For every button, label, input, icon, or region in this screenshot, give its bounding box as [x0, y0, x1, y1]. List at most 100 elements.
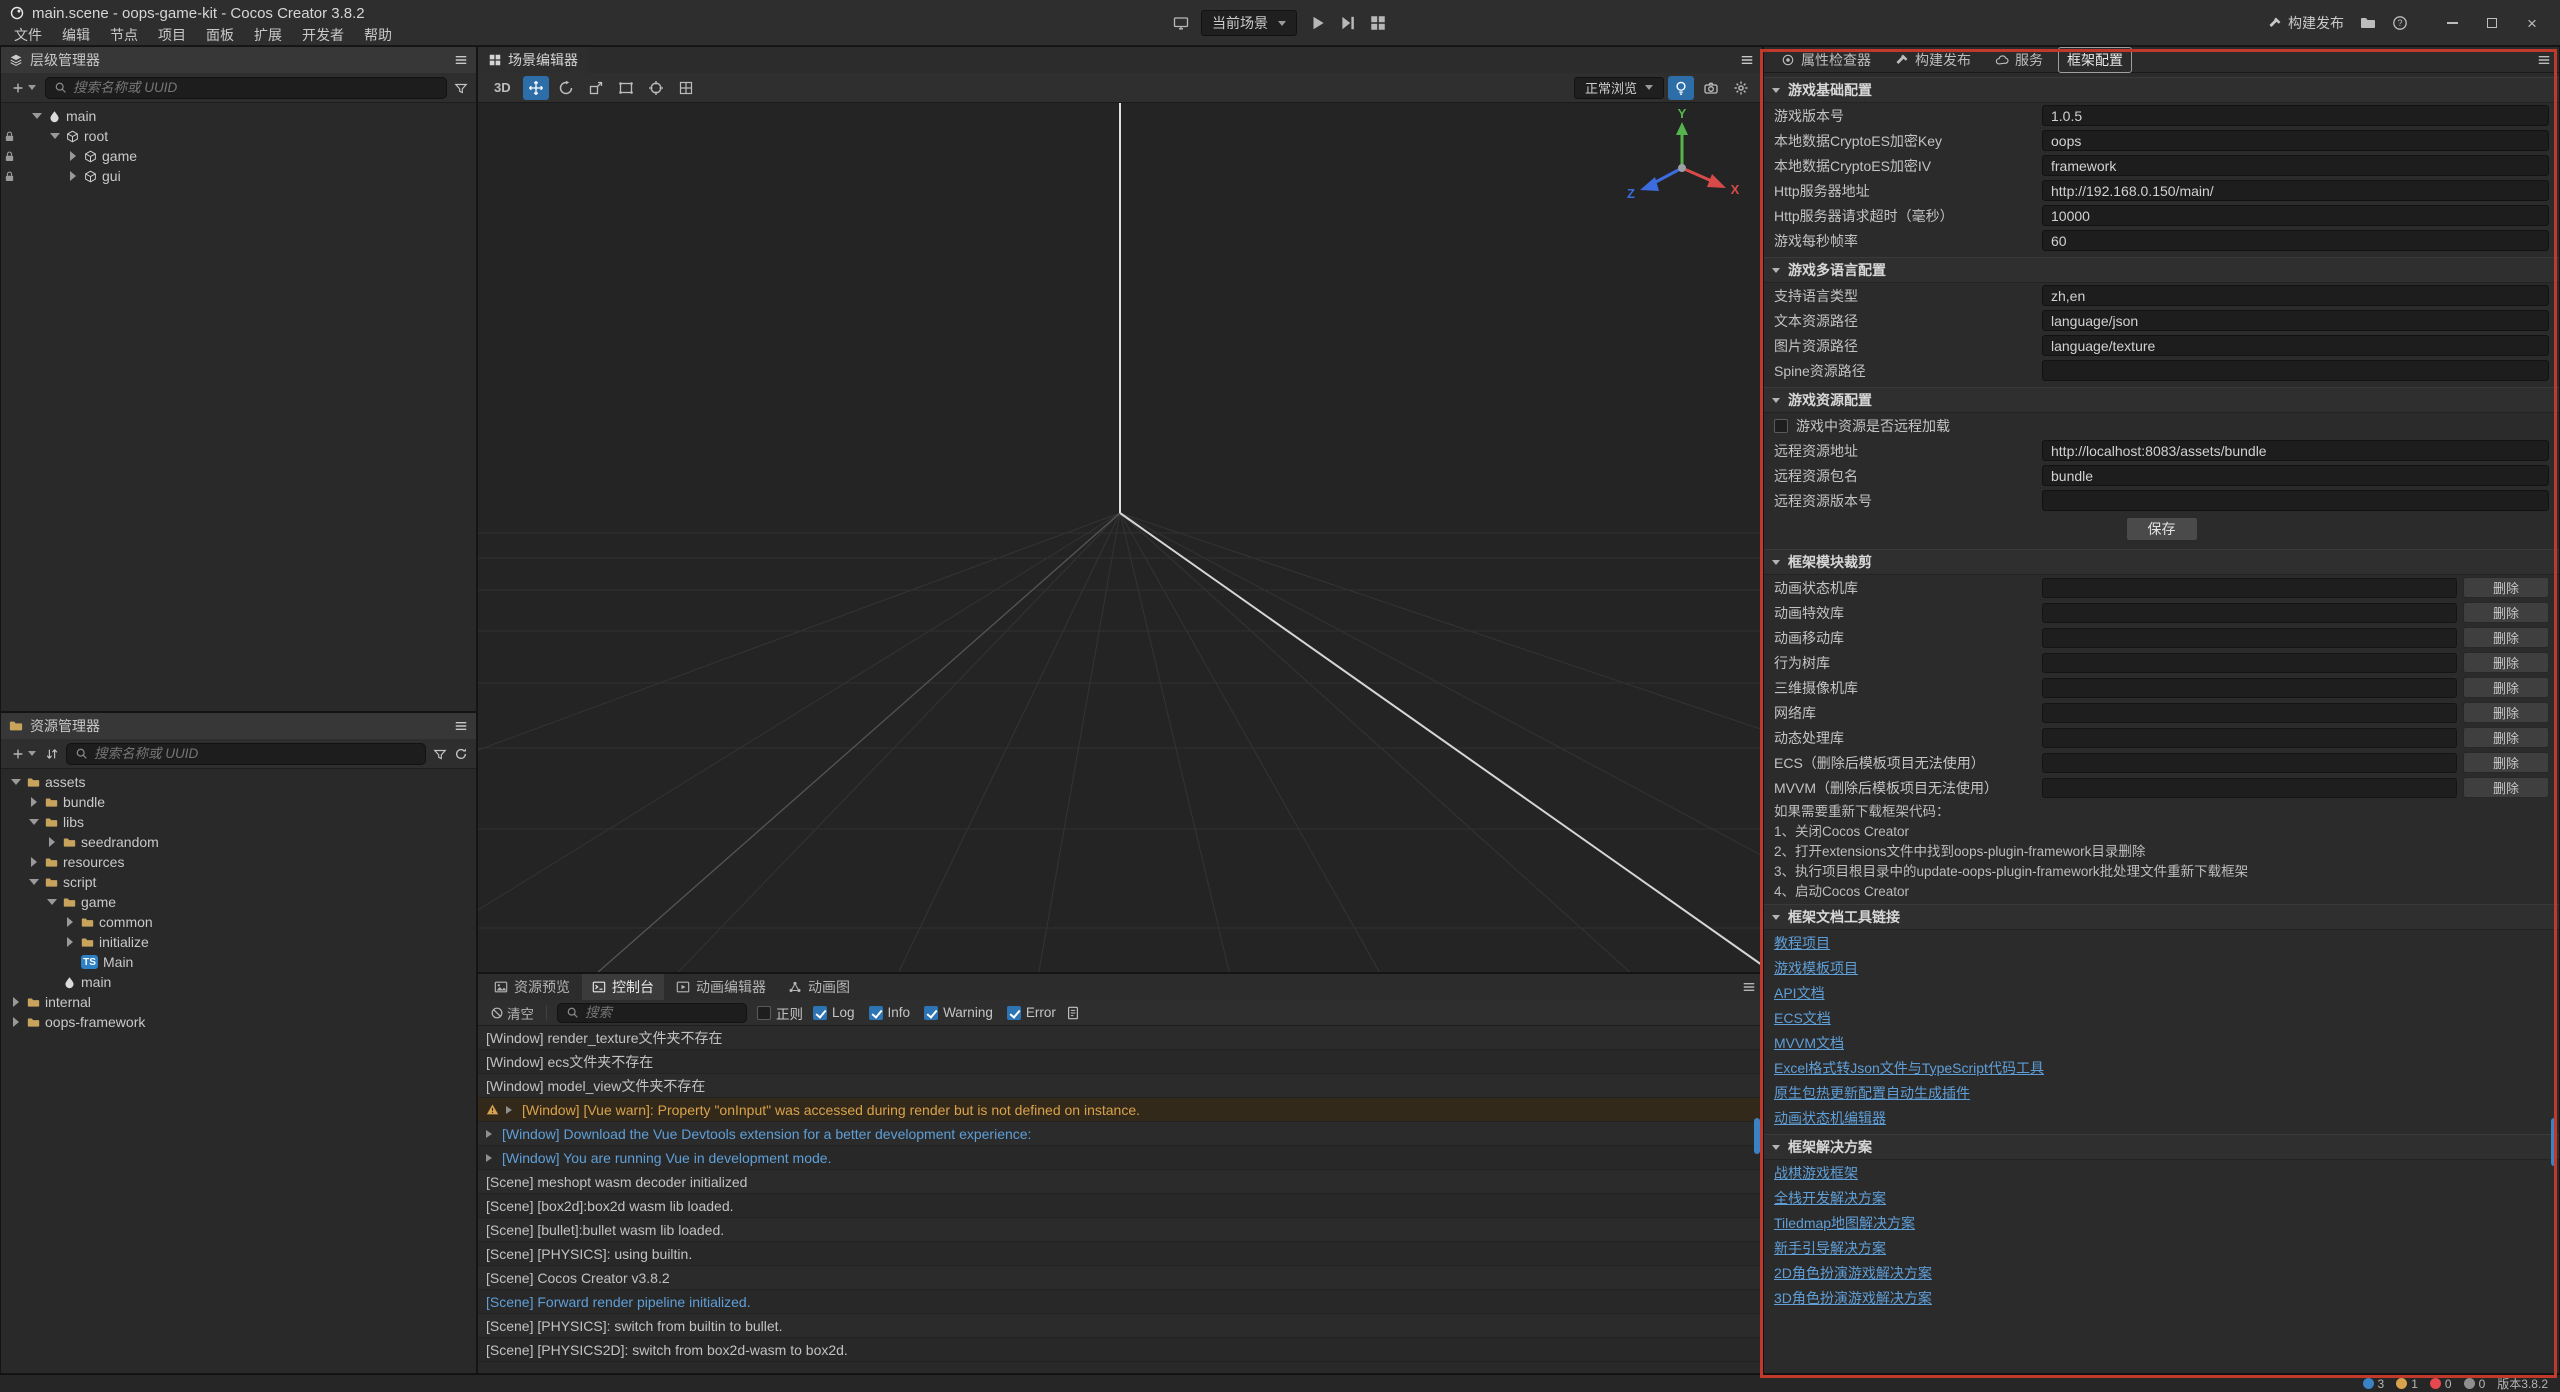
- pivot-tool[interactable]: [643, 76, 669, 100]
- menu-item[interactable]: 面板: [196, 25, 244, 45]
- filter-icon[interactable]: [454, 81, 468, 95]
- log-filter[interactable]: Log: [813, 1005, 855, 1020]
- delete-button[interactable]: 删除: [2463, 777, 2549, 798]
- doc-link[interactable]: Excel格式转Json文件与TypeScript代码工具: [1774, 1058, 2044, 1078]
- asset-row[interactable]: TS seedrandom: [1, 832, 476, 852]
- info-count[interactable]: 3: [2363, 1377, 2385, 1391]
- lock-icon[interactable]: [1, 150, 17, 163]
- tab-property-inspector[interactable]: 属性检查器: [1772, 47, 1880, 73]
- hierarchy-node-row[interactable]: gui: [1, 166, 476, 186]
- expand-arrow-icon[interactable]: [28, 797, 40, 807]
- asset-row[interactable]: TS main: [1, 972, 476, 992]
- checkbox[interactable]: [869, 1006, 883, 1020]
- error-count[interactable]: 0: [2430, 1377, 2452, 1391]
- create-node-button[interactable]: [9, 79, 38, 97]
- delete-button[interactable]: 删除: [2463, 752, 2549, 773]
- delete-button[interactable]: 删除: [2463, 577, 2549, 598]
- delete-button[interactable]: 删除: [2463, 627, 2549, 648]
- task-count[interactable]: 0: [2464, 1377, 2486, 1391]
- menu-item[interactable]: 项目: [148, 25, 196, 45]
- log-row[interactable]: [Scene] [box2d]:box2d wasm lib loaded.: [478, 1194, 1762, 1218]
- asset-row[interactable]: TS Main: [1, 952, 476, 972]
- log-row[interactable]: [Scene] Forward render pipeline initiali…: [478, 1290, 1762, 1314]
- close-button[interactable]: ×: [2512, 8, 2552, 38]
- expand-arrow-icon[interactable]: [67, 171, 79, 181]
- log-expand-arrow[interactable]: [486, 1154, 496, 1162]
- save-button[interactable]: 保存: [2126, 517, 2198, 541]
- log-row[interactable]: [Scene] [PHYSICS2D]: switch from box2d-w…: [478, 1338, 1762, 1362]
- console-search-input[interactable]: [585, 1005, 738, 1020]
- scene-settings-button[interactable]: [1728, 76, 1754, 100]
- checkbox[interactable]: [924, 1006, 938, 1020]
- log-row[interactable]: [Window] model_view文件夹不存在: [478, 1074, 1762, 1098]
- build-publish-button[interactable]: 构建发布: [2268, 13, 2344, 33]
- panel-menu-icon[interactable]: [1740, 53, 1754, 67]
- property-input[interactable]: language/json: [2042, 310, 2549, 331]
- hierarchy-search-input[interactable]: [73, 80, 438, 95]
- panel-menu-icon[interactable]: [454, 53, 468, 67]
- solution-link[interactable]: 2D角色扮演游戏解决方案: [1774, 1263, 1932, 1283]
- snap-tool[interactable]: [673, 76, 699, 100]
- asset-row[interactable]: TS bundle: [1, 792, 476, 812]
- console-search[interactable]: [557, 1003, 747, 1023]
- create-asset-button[interactable]: [9, 745, 38, 763]
- property-input[interactable]: oops: [2042, 130, 2549, 151]
- delete-button[interactable]: 删除: [2463, 602, 2549, 623]
- log-row[interactable]: [Scene] [PHYSICS]: switch from builtin t…: [478, 1314, 1762, 1338]
- warning-count[interactable]: 1: [2396, 1377, 2418, 1391]
- menu-item[interactable]: 编辑: [52, 25, 100, 45]
- layout-grid-icon[interactable]: [1369, 14, 1387, 32]
- doc-link[interactable]: 动画状态机编辑器: [1774, 1108, 1886, 1128]
- remote-load-checkbox[interactable]: [1774, 419, 1788, 433]
- expand-arrow-icon[interactable]: [28, 879, 40, 885]
- property-input[interactable]: http://192.168.0.150/main/: [2042, 180, 2549, 201]
- expand-arrow-icon[interactable]: [64, 917, 76, 927]
- assets-search[interactable]: [66, 743, 426, 765]
- delete-button[interactable]: 删除: [2463, 727, 2549, 748]
- section-basic-config[interactable]: 游戏基础配置: [1764, 77, 2559, 103]
- property-input[interactable]: 60: [2042, 230, 2549, 251]
- move-tool[interactable]: [523, 76, 549, 100]
- delete-button[interactable]: 删除: [2463, 652, 2549, 673]
- log-row[interactable]: [Window] Download the Vue Devtools exten…: [478, 1122, 1762, 1146]
- view-mode-select[interactable]: 正常浏览: [1574, 77, 1664, 99]
- log-expand-arrow[interactable]: [486, 1130, 496, 1138]
- asset-row[interactable]: TS script: [1, 872, 476, 892]
- hierarchy-search[interactable]: [45, 77, 447, 99]
- asset-row[interactable]: TS internal: [1, 992, 476, 1012]
- maximize-button[interactable]: [2472, 8, 2512, 38]
- log-filter[interactable]: Warning: [924, 1005, 993, 1020]
- tab-framework-config[interactable]: 框架配置: [2058, 47, 2132, 73]
- log-row[interactable]: [Scene] [PHYSICS]: using builtin.: [478, 1242, 1762, 1266]
- log-filter[interactable]: Info: [869, 1005, 911, 1020]
- clear-console-button[interactable]: 清空: [488, 1001, 536, 1025]
- refresh-icon[interactable]: [454, 747, 468, 761]
- expand-arrow-icon[interactable]: [64, 937, 76, 947]
- doc-link[interactable]: 原生包热更新配置自动生成插件: [1774, 1083, 1970, 1103]
- log-row[interactable]: [Window] [Vue warn]: Property "onInput" …: [478, 1098, 1762, 1122]
- log-row[interactable]: [Scene] [bullet]:bullet wasm lib loaded.: [478, 1218, 1762, 1242]
- expand-arrow-icon[interactable]: [28, 819, 40, 825]
- tab-services[interactable]: 服务: [1986, 47, 2052, 73]
- rotate-tool[interactable]: [553, 76, 579, 100]
- property-input[interactable]: 1.0.5: [2042, 105, 2549, 126]
- section-module-trim[interactable]: 框架模块裁剪: [1764, 549, 2559, 575]
- delete-button[interactable]: 删除: [2463, 702, 2549, 723]
- rect-tool[interactable]: [613, 76, 639, 100]
- minimize-button[interactable]: [2432, 8, 2472, 38]
- log-expand-arrow[interactable]: [506, 1106, 516, 1114]
- scale-tool[interactable]: [583, 76, 609, 100]
- expand-arrow-icon[interactable]: [67, 151, 79, 161]
- expand-arrow-icon[interactable]: [46, 837, 58, 847]
- scene-select[interactable]: 当前场景: [1201, 10, 1297, 36]
- lock-icon[interactable]: [1, 130, 17, 143]
- light-toggle[interactable]: [1668, 76, 1694, 100]
- doc-link[interactable]: MVVM文档: [1774, 1033, 1844, 1053]
- menu-item[interactable]: 扩展: [244, 25, 292, 45]
- solution-link[interactable]: 新手引导解决方案: [1774, 1238, 1886, 1258]
- export-log-icon[interactable]: [1066, 1006, 1080, 1020]
- log-row[interactable]: [Window] ecs文件夹不存在: [478, 1050, 1762, 1074]
- expand-arrow-icon[interactable]: [10, 779, 22, 785]
- menu-item[interactable]: 节点: [100, 25, 148, 45]
- panel-menu-icon[interactable]: [2537, 53, 2551, 67]
